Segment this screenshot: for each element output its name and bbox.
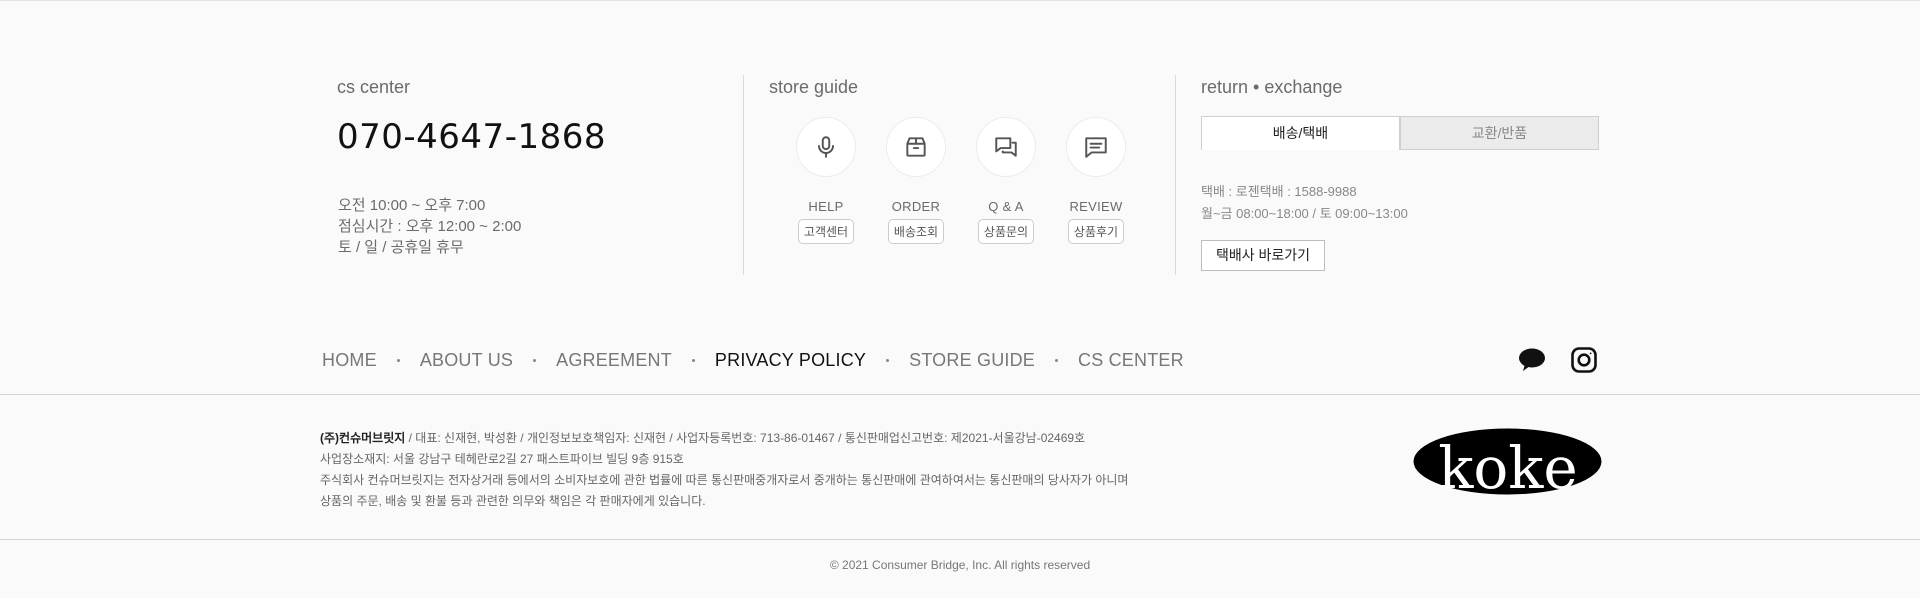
courier-info: 택배 : 로젠택배 : 1588-9988 월~금 08:00~18:00 / … xyxy=(1201,181,1408,225)
guide-item-review: REVIEW 상품후기 xyxy=(1066,117,1126,244)
nav-home[interactable]: HOME xyxy=(322,350,377,371)
guide-item-qna: Q & A 상품문의 xyxy=(976,117,1036,244)
nav-separator xyxy=(396,358,400,362)
logo-text: koke xyxy=(1438,434,1578,495)
nav-privacy-policy[interactable]: PRIVACY POLICY xyxy=(715,350,866,371)
cs-phone-number[interactable]: 070-4647-1868 xyxy=(337,117,606,157)
nav-agreement[interactable]: AGREEMENT xyxy=(556,350,672,371)
tab-exchange-return[interactable]: 교환/반품 xyxy=(1400,116,1599,150)
guide-item-order: ORDER 배송조회 xyxy=(886,117,946,244)
company-address: 사업장소재지: 서울 강남구 테헤란로2길 27 패스트파이브 빌딩 9층 91… xyxy=(320,452,684,466)
footer-divider xyxy=(0,394,1920,395)
product-inquiry-button[interactable]: 상품문의 xyxy=(977,219,1035,244)
chat-bubbles-icon[interactable] xyxy=(976,117,1036,177)
guide-item-label: Q & A xyxy=(988,199,1024,214)
instagram-icon[interactable] xyxy=(1571,347,1597,373)
courier-link-button[interactable]: 택배사 바로가기 xyxy=(1201,240,1325,271)
social-links xyxy=(1519,347,1597,373)
help-center-button[interactable]: 고객센터 xyxy=(797,219,855,244)
nav-separator xyxy=(1055,358,1058,362)
order-tracking-button[interactable]: 배송조회 xyxy=(887,219,945,244)
column-divider xyxy=(1175,75,1176,275)
message-icon[interactable] xyxy=(1066,117,1126,177)
copyright: © 2021 Consumer Bridge, Inc. All rights … xyxy=(829,558,1091,572)
guide-item-label: REVIEW xyxy=(1069,199,1123,214)
guide-item-label: HELP xyxy=(808,199,844,214)
return-exchange-section: return • exchange 배송/택배 교환/반품 택배 : 로젠택배 … xyxy=(1201,75,1601,275)
cs-center-section: cs center 070-4647-1868 오전 10:00 ~ 오후 7:… xyxy=(337,75,737,275)
koke-logo[interactable]: koke xyxy=(1413,428,1602,502)
company-name: (주)컨슈머브릿지 xyxy=(320,431,406,445)
cs-hours-line: 점심시간 : 오후 12:00 ~ 2:00 xyxy=(338,218,522,235)
product-review-button[interactable]: 상품후기 xyxy=(1067,219,1125,244)
nav-separator xyxy=(533,358,537,362)
guide-item-label: ORDER xyxy=(891,199,941,214)
cs-hours-line: 오전 10:00 ~ 오후 7:00 xyxy=(338,197,486,214)
courier-info-line: 월~금 08:00~18:00 / 토 09:00~13:00 xyxy=(1201,206,1408,221)
company-info-line: (주)컨슈머브릿지 / 대표: 신재현, 박성환 / 개인정보보호책임자: 신재… xyxy=(320,428,1128,449)
nav-store-guide[interactable]: STORE GUIDE xyxy=(909,350,1035,371)
store-guide-title: store guide xyxy=(769,77,859,97)
nav-about-us[interactable]: ABOUT US xyxy=(420,350,513,371)
footer-info: cs center 070-4647-1868 오전 10:00 ~ 오후 7:… xyxy=(0,75,1920,275)
company-info-text: / 대표: 신재현, 박성환 / 개인정보보호책임자: 신재현 / 사업자등록번… xyxy=(405,431,1086,445)
box-icon[interactable] xyxy=(886,117,946,177)
return-exchange-title: return • exchange xyxy=(1201,77,1343,97)
guide-item-help: HELP 고객센터 xyxy=(796,117,856,244)
nav-separator xyxy=(886,358,890,362)
company-notice: 주식회사 컨슈머브릿지는 전자상거래 등에서의 소비자보호에 관한 법률에 따른… xyxy=(320,473,1129,487)
nav-separator xyxy=(691,358,695,362)
footer-nav: HOME ABOUT US AGREEMENT PRIVACY POLICY S… xyxy=(322,347,1184,373)
cs-hours-line: 토 / 일 / 공휴일 휴무 xyxy=(338,239,464,256)
store-guide-section: store guide HELP 고객센터 ORDER 배송조회 Q & A 상… xyxy=(769,75,1169,275)
column-divider xyxy=(743,75,744,275)
company-info: (주)컨슈머브릿지 / 대표: 신재현, 박성환 / 개인정보보호책임자: 신재… xyxy=(320,428,1128,512)
cs-center-title: cs center xyxy=(337,77,411,97)
company-notice: 상품의 주문, 배송 및 환불 등과 관련한 의무와 책임은 각 판매자에게 있… xyxy=(320,494,706,508)
kakaotalk-icon[interactable] xyxy=(1519,348,1545,372)
courier-info-line: 택배 : 로젠택배 : 1588-9988 xyxy=(1201,184,1357,199)
cs-hours: 오전 10:00 ~ 오후 7:00 점심시간 : 오후 12:00 ~ 2:0… xyxy=(338,195,521,258)
footer-divider xyxy=(0,539,1920,540)
return-exchange-tabs: 배송/택배 교환/반품 xyxy=(1201,116,1599,150)
tab-delivery[interactable]: 배송/택배 xyxy=(1201,116,1400,150)
microphone-icon[interactable] xyxy=(796,117,856,177)
top-divider xyxy=(0,0,1920,1)
nav-cs-center[interactable]: CS CENTER xyxy=(1078,350,1184,371)
